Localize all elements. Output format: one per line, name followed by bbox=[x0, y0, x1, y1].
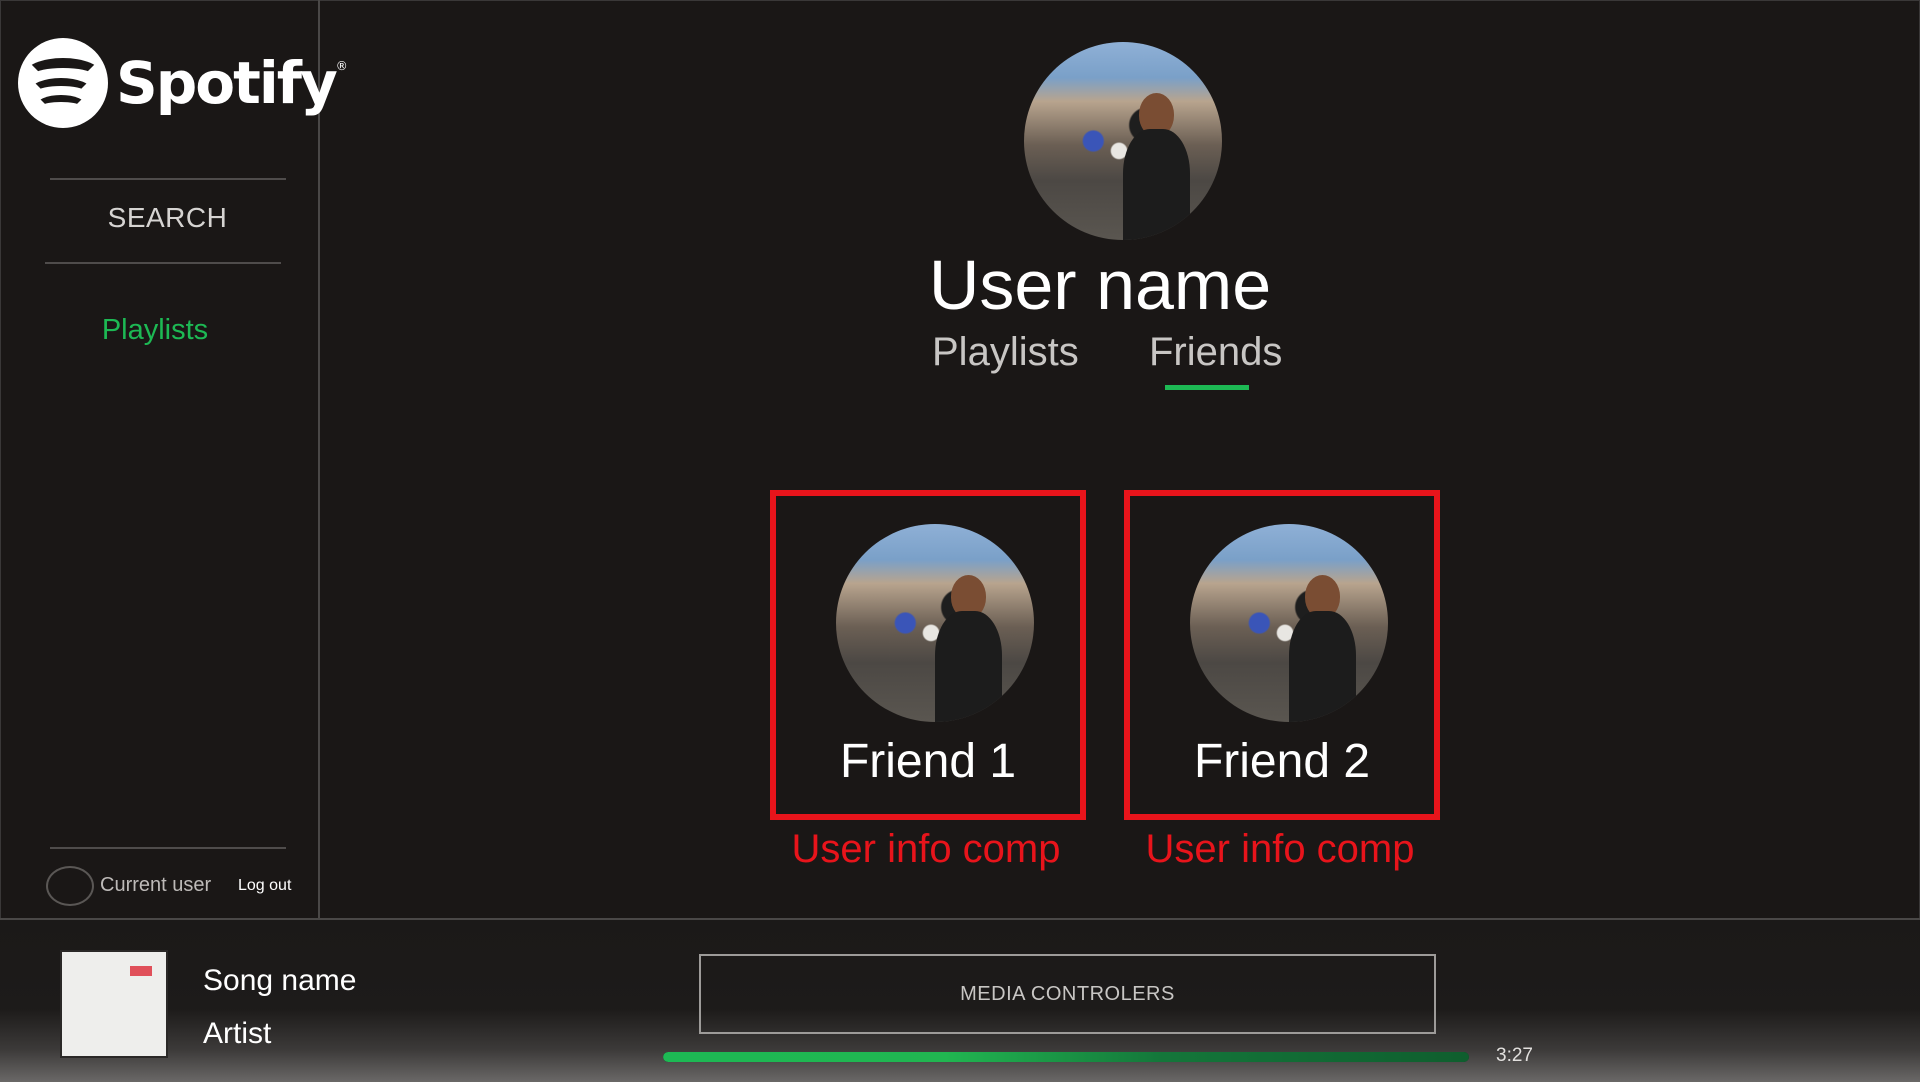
spotify-logo[interactable]: Spotify® bbox=[18, 38, 348, 128]
progress-fill bbox=[663, 1052, 1469, 1062]
album-label-sticker bbox=[130, 966, 152, 976]
album-art[interactable] bbox=[60, 950, 168, 1058]
active-tab-indicator bbox=[1165, 385, 1249, 390]
divider bbox=[50, 178, 286, 180]
component-annotation: User info comp bbox=[1145, 827, 1415, 871]
friend-card[interactable]: Friend 2 bbox=[1124, 490, 1440, 820]
song-name[interactable]: Song name bbox=[203, 964, 356, 998]
sidebar: Spotify® SEARCH Playlists Current user L… bbox=[0, 0, 348, 918]
tab-playlists[interactable]: Playlists bbox=[932, 330, 1079, 375]
profile-avatar bbox=[1024, 42, 1222, 240]
logout-link[interactable]: Log out bbox=[238, 877, 291, 895]
current-user-avatar[interactable] bbox=[46, 866, 94, 906]
component-annotation: User info comp bbox=[791, 827, 1061, 871]
sidebar-item-playlists[interactable]: Playlists bbox=[40, 314, 270, 347]
friend-avatar bbox=[1190, 524, 1388, 722]
friend-name: Friend 2 bbox=[1193, 735, 1371, 788]
friend-name: Friend 1 bbox=[839, 735, 1017, 788]
tab-friends[interactable]: Friends bbox=[1149, 330, 1282, 375]
page-title: User name bbox=[928, 246, 1272, 324]
friend-avatar bbox=[836, 524, 1034, 722]
player-bar: Song name Artist MEDIA CONTROLERS 3:27 bbox=[0, 918, 1920, 1082]
logo-wordmark: Spotify® bbox=[116, 49, 348, 117]
track-duration: 3:27 bbox=[1496, 1045, 1533, 1066]
progress-bar[interactable] bbox=[663, 1052, 1469, 1062]
friend-card[interactable]: Friend 1 bbox=[770, 490, 1086, 820]
search-button[interactable]: SEARCH bbox=[40, 202, 295, 234]
media-controls[interactable]: MEDIA CONTROLERS bbox=[699, 954, 1436, 1034]
spotify-logo-icon bbox=[18, 38, 108, 128]
divider bbox=[45, 262, 281, 264]
divider bbox=[50, 847, 286, 849]
current-user-label: Current user bbox=[100, 874, 212, 896]
artist-name[interactable]: Artist bbox=[203, 1017, 271, 1051]
